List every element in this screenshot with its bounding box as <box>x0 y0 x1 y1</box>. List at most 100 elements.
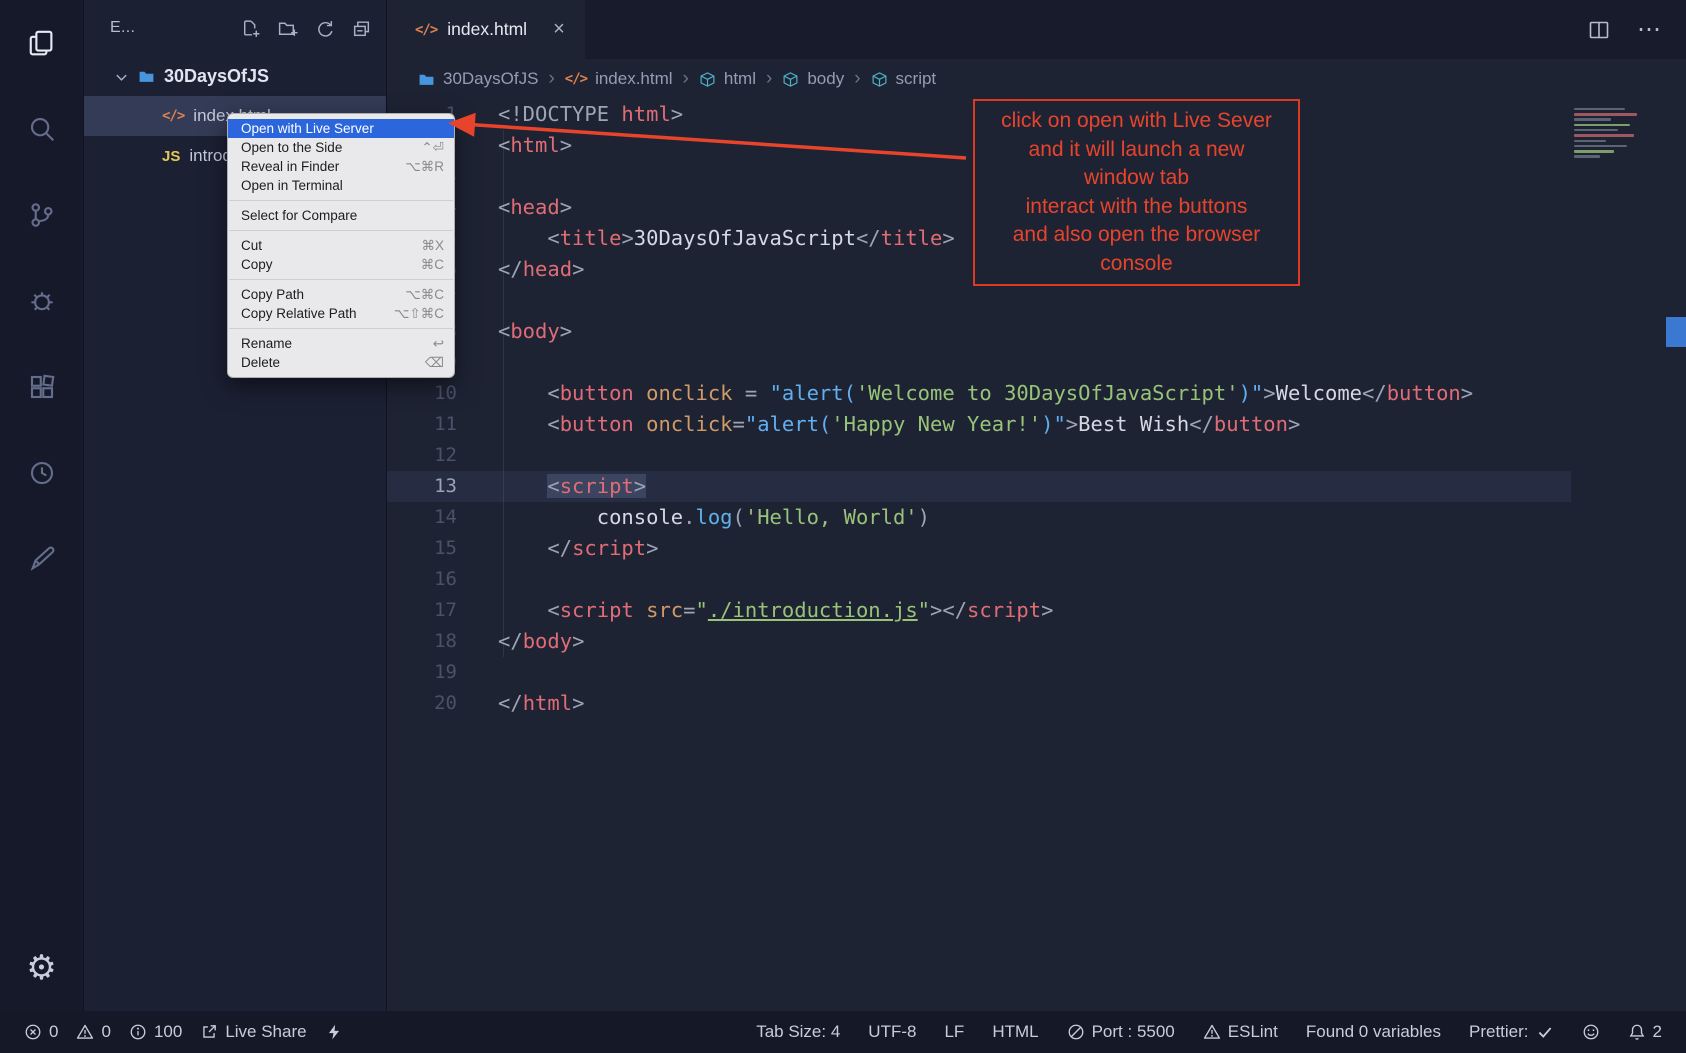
html-file-icon: </> <box>415 22 437 38</box>
code-line-12[interactable]: 12 <box>387 440 1571 471</box>
line-number: 15 <box>387 533 457 564</box>
menu-item-reveal-in-finder[interactable]: Reveal in Finder⌥⌘R <box>228 157 454 176</box>
minimap[interactable] <box>1574 105 1662 163</box>
tab-index-html[interactable]: </> index.html × <box>387 0 585 59</box>
status-utf-8[interactable]: UTF-8 <box>868 1022 916 1042</box>
close-tab-icon[interactable]: × <box>553 18 565 41</box>
menu-item-cut[interactable]: Cut ⌘X <box>228 236 454 255</box>
editor-actions: ⋯ <box>1587 0 1686 59</box>
pen-icon[interactable] <box>25 542 59 576</box>
vscode-window: ⚙ E... <box>0 0 1686 1053</box>
scrollbar-marker[interactable] <box>1666 317 1686 347</box>
code-line-15[interactable]: 15 </script> <box>387 533 1571 564</box>
menu-item-open-in-terminal[interactable]: Open in Terminal <box>228 176 454 195</box>
extensions-icon[interactable] <box>25 370 59 404</box>
status-lf[interactable]: LF <box>944 1022 964 1042</box>
status-label: ESLint <box>1228 1022 1278 1042</box>
status-bolt[interactable] <box>325 1023 343 1041</box>
status-html[interactable]: HTML <box>992 1022 1038 1042</box>
status-2[interactable]: 2 <box>1628 1022 1662 1042</box>
menu-separator <box>229 328 453 329</box>
code-line-19[interactable]: 19 <box>387 657 1571 688</box>
refresh-icon[interactable] <box>314 18 335 39</box>
html-icon: </> <box>565 71 587 87</box>
status-100[interactable]: 100 <box>129 1022 182 1042</box>
code-line-11[interactable]: 11 <button onclick="alert('Happy New Yea… <box>387 409 1571 440</box>
status-port-5500[interactable]: Port : 5500 <box>1067 1022 1175 1042</box>
menu-item-shortcut: ⌥⇧⌘C <box>394 306 444 322</box>
status-found-0-variables[interactable]: Found 0 variables <box>1306 1022 1441 1042</box>
menu-item-shortcut: ⌘X <box>421 238 444 254</box>
chevron-right-icon: › <box>683 68 689 90</box>
code-line-9[interactable]: 9 <box>387 347 1571 378</box>
status-label: UTF-8 <box>868 1022 916 1042</box>
menu-separator <box>229 230 453 231</box>
status-prettier[interactable]: Prettier: <box>1469 1022 1554 1042</box>
folder-icon <box>418 71 435 88</box>
line-number: 20 <box>387 688 457 719</box>
code-line-7[interactable]: 7 <box>387 285 1571 316</box>
code-line-content: </body> <box>457 626 584 657</box>
status-label: Prettier: <box>1469 1022 1529 1042</box>
status-left: 0 0 100 Live Share <box>24 1022 343 1042</box>
menu-item-open-with-live-server[interactable]: Open with Live Server <box>228 119 454 138</box>
breadcrumb-index-html[interactable]: </>index.html <box>565 69 673 89</box>
code-line-10[interactable]: 10 <button onclick = "alert('Welcome to … <box>387 378 1571 409</box>
code-line-content: <body> <box>457 316 572 347</box>
run-debug-icon[interactable] <box>25 284 59 318</box>
settings-gear-icon[interactable]: ⚙ <box>25 951 59 985</box>
indent-guide <box>503 130 504 657</box>
status-eslint[interactable]: ESLint <box>1203 1022 1278 1042</box>
line-number: 18 <box>387 626 457 657</box>
menu-item-select-for-compare[interactable]: Select for Compare <box>228 206 454 225</box>
menu-item-copy[interactable]: Copy⌘C <box>228 255 454 274</box>
code-line-content <box>457 161 498 192</box>
code-line-18[interactable]: 18</body> <box>387 626 1571 657</box>
status-smiley[interactable] <box>1582 1023 1600 1041</box>
split-editor-icon[interactable] <box>1587 18 1611 42</box>
status-0[interactable]: 0 <box>76 1022 110 1042</box>
menu-item-delete[interactable]: Delete⌫ <box>228 353 454 372</box>
code-line-content: <html> <box>457 130 572 161</box>
menu-separator <box>229 200 453 201</box>
source-control-icon[interactable] <box>25 198 59 232</box>
code-line-content <box>457 657 498 688</box>
line-number: 19 <box>387 657 457 688</box>
more-actions-icon[interactable]: ⋯ <box>1637 15 1662 44</box>
menu-item-open-to-the-side[interactable]: Open to the Side⌃⏎ <box>228 138 454 157</box>
status-0[interactable]: 0 <box>24 1022 58 1042</box>
breadcrumb-html[interactable]: html <box>699 69 756 89</box>
status-label: 0 <box>49 1022 58 1042</box>
explorer-title: E... <box>110 19 135 37</box>
code-line-20[interactable]: 20</html> <box>387 688 1571 719</box>
code-line-content: </html> <box>457 688 584 719</box>
code-line-14[interactable]: 14 console.log('Hello, World') <box>387 502 1571 533</box>
menu-item-label: Cut <box>241 238 403 253</box>
status-label: 0 <box>101 1022 110 1042</box>
code-line-content: </head> <box>457 254 584 285</box>
history-icon[interactable] <box>25 456 59 490</box>
breadcrumb-30daysofjs[interactable]: 30DaysOfJS <box>418 69 538 89</box>
status-label: Port : 5500 <box>1092 1022 1175 1042</box>
activity-bar: ⚙ <box>0 0 84 1011</box>
menu-item-copy-relative-path[interactable]: Copy Relative Path⌥⇧⌘C <box>228 304 454 323</box>
new-file-icon[interactable] <box>240 18 261 39</box>
breadcrumb-script[interactable]: script <box>871 69 937 89</box>
explorer-icon[interactable] <box>25 26 59 60</box>
collapse-all-icon[interactable] <box>351 18 372 39</box>
folder-30daysofjs[interactable]: 30DaysOfJS <box>84 56 386 96</box>
chevron-right-icon: › <box>766 68 772 90</box>
menu-item-copy-path[interactable]: Copy Path⌥⌘C <box>228 285 454 304</box>
breadcrumb-body[interactable]: body <box>782 69 844 89</box>
code-line-8[interactable]: 8<body> <box>387 316 1571 347</box>
annotation-line: console <box>983 250 1290 279</box>
code-line-13[interactable]: 13 <script> <box>387 471 1571 502</box>
menu-item-rename[interactable]: Rename↩ <box>228 334 454 353</box>
status-tab-size-4[interactable]: Tab Size: 4 <box>756 1022 840 1042</box>
new-folder-icon[interactable] <box>277 18 298 39</box>
code-line-16[interactable]: 16 <box>387 564 1571 595</box>
search-icon[interactable] <box>25 112 59 146</box>
menu-item-label: Open in Terminal <box>241 178 426 193</box>
status-live-share[interactable]: Live Share <box>200 1022 306 1042</box>
code-line-17[interactable]: 17 <script src="./introduction.js"></scr… <box>387 595 1571 626</box>
